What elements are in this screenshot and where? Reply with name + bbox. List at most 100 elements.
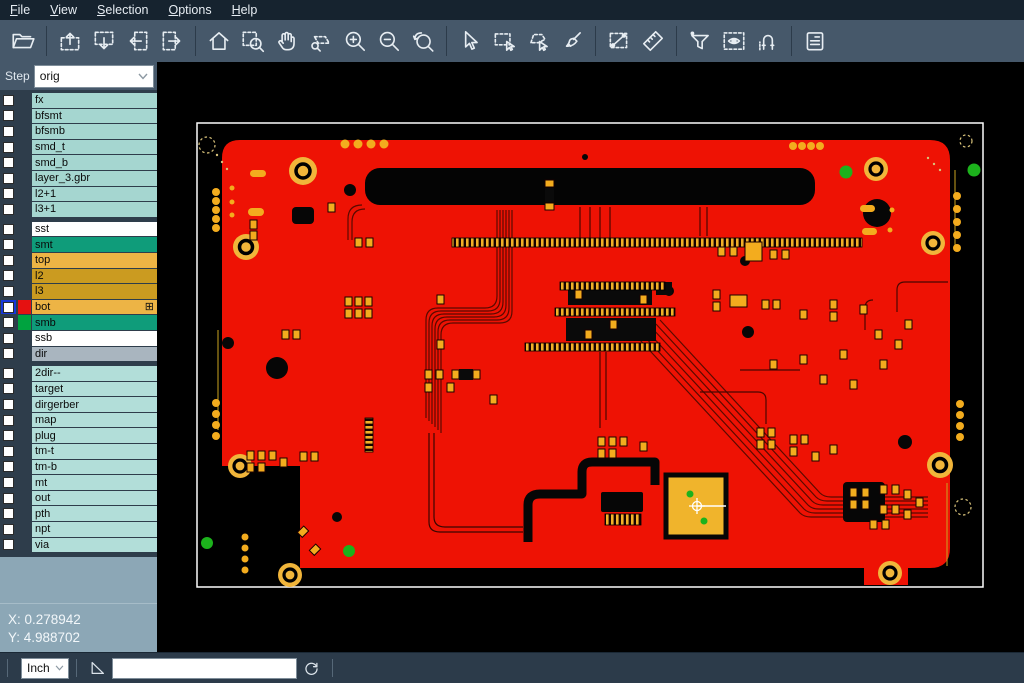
layer-checkbox[interactable]	[1, 253, 16, 268]
layer-label[interactable]: l3+1	[32, 202, 157, 217]
layer-label[interactable]: sst	[32, 222, 157, 237]
layer-checkbox[interactable]	[1, 366, 16, 381]
pad-arrow-right-icon[interactable]	[155, 23, 189, 59]
pcb-canvas[interactable]	[157, 62, 1024, 652]
layer-label[interactable]: ssb	[32, 331, 157, 346]
layer-checkbox[interactable]	[1, 382, 16, 397]
snap-magnet-icon[interactable]	[751, 23, 785, 59]
clear-brush-icon[interactable]	[555, 23, 589, 59]
layer-label[interactable]: fx	[32, 93, 157, 108]
zoom-previous-icon[interactable]	[406, 23, 440, 59]
layer-checkbox[interactable]	[1, 428, 16, 443]
pan-hand-icon[interactable]	[270, 23, 304, 59]
layer-label[interactable]: smd_b	[32, 155, 157, 170]
corner-measure-icon[interactable]	[84, 656, 112, 680]
layer-label[interactable]: l2+1	[32, 187, 157, 202]
layer-checkbox[interactable]	[1, 109, 16, 124]
rect-select-icon[interactable]	[487, 23, 521, 59]
menu-options[interactable]: Options	[158, 0, 221, 20]
ruler-icon[interactable]	[636, 23, 670, 59]
layer-checkbox[interactable]	[1, 93, 16, 108]
layer-row-plug: plug	[0, 428, 157, 443]
step-select[interactable]: orig	[34, 65, 154, 88]
pad-arrow-up-icon[interactable]	[53, 23, 87, 59]
layer-label[interactable]: mt	[32, 475, 157, 490]
layer-checkbox[interactable]	[1, 460, 16, 475]
layer-checkbox[interactable]	[1, 315, 16, 330]
layer-label[interactable]: dir	[32, 347, 157, 362]
layer-label[interactable]: layer_3.gbr	[32, 171, 157, 186]
slot-cutout	[365, 168, 815, 205]
layer-label[interactable]: tm-b	[32, 460, 157, 475]
layer-label[interactable]: pth	[32, 506, 157, 521]
pad-arrow-left-icon[interactable]	[121, 23, 155, 59]
app-window: File View Selection Options Help	[0, 0, 1024, 683]
layer-color-swatch	[18, 538, 31, 553]
layer-checkbox[interactable]	[1, 397, 16, 412]
layer-color-swatch	[18, 124, 31, 139]
zoom-selection-icon[interactable]	[304, 23, 338, 59]
layer-checkbox[interactable]	[1, 124, 16, 139]
layer-label[interactable]: smb	[32, 315, 157, 330]
menu-selection[interactable]: Selection	[87, 0, 158, 20]
filter-funnel-icon[interactable]	[683, 23, 717, 59]
layer-checkbox[interactable]	[1, 413, 16, 428]
menu-help[interactable]: Help	[222, 0, 268, 20]
zoom-window-icon[interactable]	[236, 23, 270, 59]
layer-checkbox[interactable]	[1, 475, 16, 490]
select-cursor-icon[interactable]	[453, 23, 487, 59]
layer-checkbox[interactable]	[1, 444, 16, 459]
layer-label[interactable]: plug	[32, 428, 157, 443]
layer-checkbox[interactable]	[1, 347, 16, 362]
layer-checkbox[interactable]	[1, 155, 16, 170]
layer-checkbox[interactable]	[1, 300, 16, 315]
polygon-select-icon[interactable]	[521, 23, 555, 59]
layer-checkbox[interactable]	[1, 331, 16, 346]
layer-checkbox[interactable]	[1, 522, 16, 537]
layer-label[interactable]: bfsmb	[32, 124, 157, 139]
layer-label[interactable]: target	[32, 382, 157, 397]
report-form-icon[interactable]	[798, 23, 832, 59]
layer-label[interactable]: map	[32, 413, 157, 428]
layer-checkbox[interactable]	[1, 171, 16, 186]
layer-label[interactable]: bot⊞	[32, 300, 157, 315]
measure-points-icon[interactable]	[602, 23, 636, 59]
menu-file[interactable]: File	[0, 0, 40, 20]
home-icon[interactable]	[202, 23, 236, 59]
layer-label[interactable]: l3	[32, 284, 157, 299]
layer-checkbox[interactable]	[1, 222, 16, 237]
view-options-eye-icon[interactable]	[717, 23, 751, 59]
layer-checkbox[interactable]	[1, 284, 16, 299]
layer-label[interactable]: tm-t	[32, 444, 157, 459]
layer-label[interactable]: smt	[32, 237, 157, 252]
layer-checkbox[interactable]	[1, 538, 16, 553]
layer-label[interactable]: dirgerber	[32, 397, 157, 412]
layer-row-npt: npt	[0, 522, 157, 537]
command-input[interactable]	[112, 658, 297, 679]
layer-checkbox[interactable]	[1, 140, 16, 155]
layer-label[interactable]: bfsmt	[32, 109, 157, 124]
menu-view[interactable]: View	[40, 0, 87, 20]
unit-select[interactable]: Inch	[21, 658, 69, 679]
layer-checkbox[interactable]	[1, 202, 16, 217]
layer-checkbox[interactable]	[1, 491, 16, 506]
layer-label[interactable]: 2dir--	[32, 366, 157, 381]
layer-label[interactable]: via	[32, 538, 157, 553]
open-folder-icon[interactable]	[6, 23, 40, 59]
layer-label[interactable]: smd_t	[32, 140, 157, 155]
zoom-in-icon[interactable]	[338, 23, 372, 59]
layer-label[interactable]: l2	[32, 269, 157, 284]
zoom-out-icon[interactable]	[372, 23, 406, 59]
refresh-icon[interactable]	[297, 656, 325, 680]
layer-sidebar: Step orig fxbfsmtbfsmbsmd_tsmd_blayer_3.…	[0, 62, 157, 652]
layer-checkbox[interactable]	[1, 237, 16, 252]
layer-label[interactable]: top	[32, 253, 157, 268]
layer-checkbox[interactable]	[1, 269, 16, 284]
layer-label[interactable]: out	[32, 491, 157, 506]
pad-arrow-down-icon[interactable]	[87, 23, 121, 59]
layer-row-out: out	[0, 491, 157, 506]
layer-checkbox[interactable]	[1, 187, 16, 202]
layer-label[interactable]: npt	[32, 522, 157, 537]
step-value: orig	[40, 69, 138, 83]
layer-checkbox[interactable]	[1, 506, 16, 521]
